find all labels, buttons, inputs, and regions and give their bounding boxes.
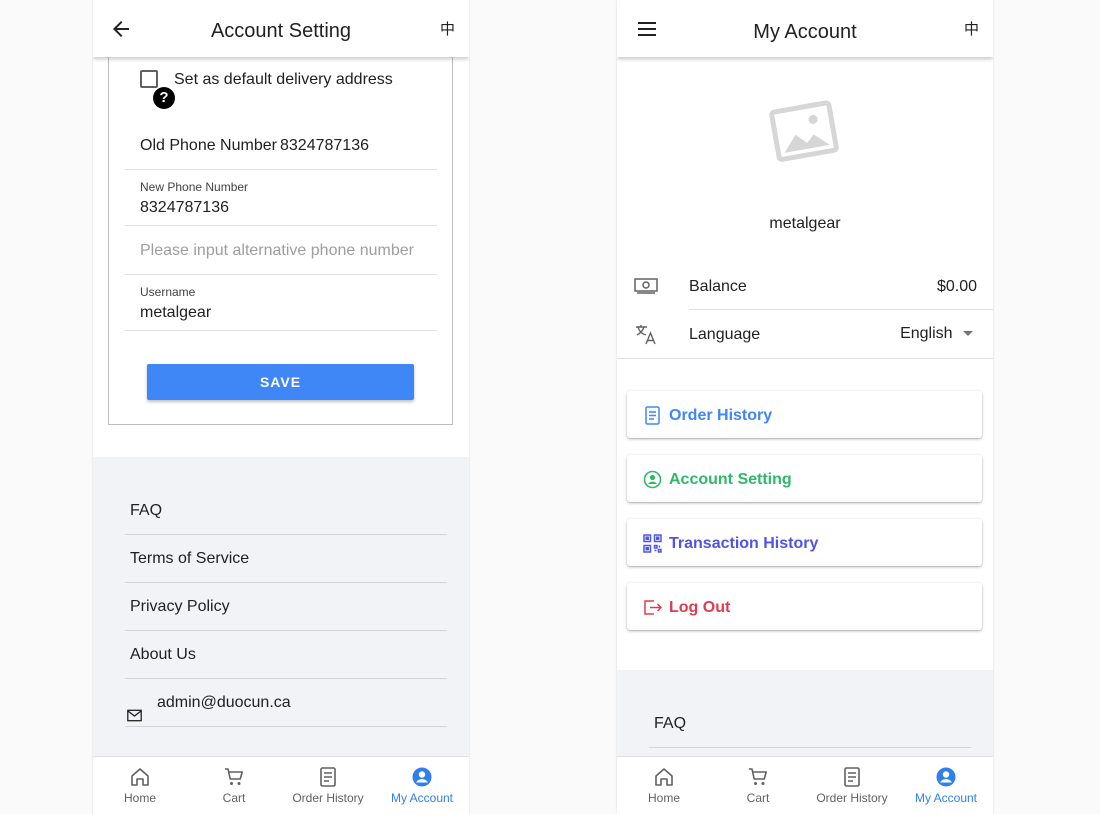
help-icon[interactable]: ? — [153, 87, 175, 109]
order-history-button[interactable]: Order History — [627, 391, 982, 438]
profile-image-placeholder-icon — [767, 95, 843, 172]
divider — [617, 358, 993, 359]
log-out-label: Log Out — [669, 599, 731, 616]
balance-label: Balance — [689, 278, 747, 295]
bottom-nav: Home Cart Order History My Account — [617, 756, 993, 814]
account-circle-icon — [412, 767, 432, 787]
profile-username: metalgear — [769, 215, 841, 232]
old-phone-value: 8324787136 — [280, 137, 369, 154]
footer: FAQ Terms of Service Privacy Policy Abou… — [93, 457, 469, 757]
dropdown-arrow-icon — [963, 331, 973, 337]
footer-link-faq[interactable]: FAQ — [649, 700, 971, 748]
log-out-button[interactable]: Log Out — [627, 583, 982, 630]
receipt-icon — [844, 767, 860, 787]
account-circle-icon — [643, 470, 662, 489]
footer-email: admin@duocun.ca — [157, 694, 291, 711]
nav-cart[interactable]: Cart — [711, 757, 805, 814]
account-setting-label: Account Setting — [669, 471, 792, 488]
footer-link-faq[interactable]: FAQ — [125, 487, 447, 535]
my-account-screen: My Account 中 metalgear Balance $0.00 Lan… — [617, 0, 993, 814]
footer-link-about[interactable]: About Us — [125, 631, 447, 679]
username-value: metalgear — [140, 304, 212, 321]
footer-link-terms[interactable]: Terms of Service — [125, 535, 447, 583]
default-address-checkbox[interactable] — [140, 70, 158, 88]
account-setting-button[interactable]: Account Setting — [627, 455, 982, 502]
balance-row: Balance $0.00 — [689, 262, 993, 310]
username-field[interactable]: Username metalgear — [125, 275, 437, 331]
nav-my-account[interactable]: My Account — [899, 757, 993, 814]
cart-icon — [225, 768, 243, 785]
order-history-label: Order History — [669, 407, 773, 424]
nav-cart-label: Cart — [222, 791, 246, 805]
nav-cart-label: Cart — [746, 791, 770, 805]
save-button-label: SAVE — [259, 374, 302, 390]
nav-order-history-label: Order History — [816, 791, 888, 805]
bottom-nav: Home Cart Order History My Account — [93, 756, 469, 814]
page-title: Account Setting — [210, 20, 352, 42]
money-icon — [634, 277, 658, 300]
alt-phone-field[interactable]: Please input alternative phone number — [125, 226, 437, 275]
nav-my-account-label: My Account — [390, 791, 454, 805]
transaction-history-button[interactable]: Transaction History — [627, 519, 982, 566]
language-select[interactable]: English — [900, 325, 973, 343]
nav-order-history-label: Order History — [292, 791, 364, 805]
nav-home-label: Home — [123, 791, 156, 805]
default-address-label: Set as default delivery address — [174, 71, 393, 88]
log-out-icon — [643, 598, 663, 617]
cart-icon — [749, 768, 767, 785]
nav-home[interactable]: Home — [617, 757, 711, 814]
mail-icon — [127, 694, 142, 742]
nav-home[interactable]: Home — [93, 757, 187, 814]
new-phone-label: New Phone Number — [140, 180, 249, 194]
nav-cart[interactable]: Cart — [187, 757, 281, 814]
transaction-history-label: Transaction History — [669, 535, 819, 552]
nav-my-account-label: My Account — [914, 791, 978, 805]
footer-email-row[interactable]: admin@duocun.ca — [125, 679, 447, 727]
translate-icon — [634, 323, 658, 350]
nav-order-history[interactable]: Order History — [281, 757, 375, 814]
save-button[interactable]: SAVE — [147, 364, 414, 400]
qr-code-icon — [643, 534, 662, 553]
language-toggle[interactable]: 中 — [440, 18, 455, 39]
account-circle-icon — [936, 767, 956, 787]
app-bar: Account Setting 中 — [93, 0, 469, 57]
new-phone-field[interactable]: New Phone Number 8324787136 — [125, 170, 437, 226]
old-phone-label: Old Phone Number — [140, 137, 277, 154]
app-bar: My Account 中 — [617, 0, 993, 57]
alt-phone-placeholder: Please input alternative phone number — [140, 242, 414, 259]
nav-my-account[interactable]: My Account — [375, 757, 469, 814]
new-phone-value: 8324787136 — [140, 199, 229, 216]
receipt-icon — [320, 767, 336, 787]
nav-order-history[interactable]: Order History — [805, 757, 899, 814]
home-icon — [131, 768, 149, 786]
home-icon — [655, 768, 673, 786]
account-setting-screen: Account Setting 中 Set as default deliver… — [93, 0, 469, 814]
footer-link-privacy[interactable]: Privacy Policy — [125, 583, 447, 631]
language-row[interactable]: Language English — [689, 310, 993, 358]
balance-value: $0.00 — [936, 278, 977, 295]
help-glyph: ? — [159, 89, 169, 106]
old-phone-row: Old Phone Number 8324787136 — [125, 125, 437, 170]
nav-home-label: Home — [647, 791, 680, 805]
language-toggle[interactable]: 中 — [964, 18, 979, 39]
page-title: My Account — [753, 21, 857, 43]
footer: FAQ — [617, 670, 993, 760]
username-label: Username — [140, 285, 196, 299]
language-label: Language — [689, 326, 761, 343]
receipt-icon — [643, 406, 662, 425]
language-value: English — [900, 325, 953, 342]
